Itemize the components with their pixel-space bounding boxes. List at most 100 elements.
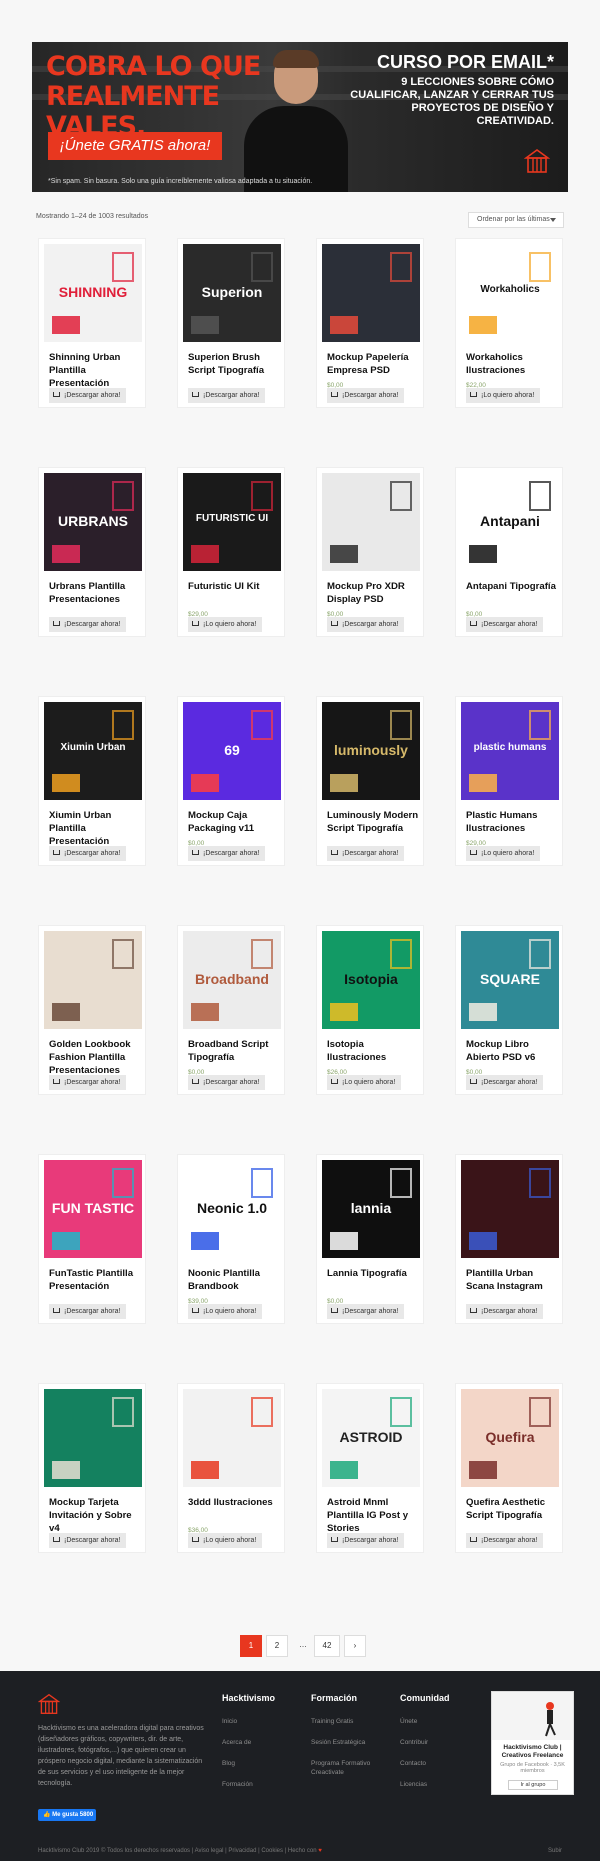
add-to-cart-button[interactable]: ¡Descargar ahora! bbox=[49, 1075, 127, 1090]
product-card[interactable]: Mockup Tarjeta Invitación y Sobre v4$0,0… bbox=[38, 1383, 146, 1553]
add-to-cart-button[interactable]: ¡Descargar ahora! bbox=[466, 617, 544, 632]
product-thumbnail[interactable]: Xiumin Urban bbox=[44, 702, 142, 800]
product-title[interactable]: FunTastic Plantilla Presentación bbox=[49, 1267, 141, 1293]
add-to-cart-button[interactable]: ¡Descargar ahora! bbox=[188, 1075, 266, 1090]
product-thumbnail[interactable]: Quefira bbox=[461, 1389, 559, 1487]
product-title[interactable]: Quefira Aesthetic Script Tipografía bbox=[466, 1496, 558, 1522]
product-title[interactable]: Golden Lookbook Fashion Plantilla Presen… bbox=[49, 1038, 141, 1077]
product-thumbnail[interactable]: URBRANS bbox=[44, 473, 142, 571]
add-to-cart-button[interactable]: ¡Lo quiero ahora! bbox=[188, 617, 263, 632]
product-thumbnail[interactable]: Workaholics bbox=[461, 244, 559, 342]
scroll-top-link[interactable]: Subir bbox=[548, 1848, 562, 1854]
product-card[interactable]: lannia Lannia Tipografía $0,00 ¡Descargar a… bbox=[316, 1154, 424, 1324]
product-thumbnail[interactable] bbox=[44, 931, 142, 1029]
footer-link[interactable]: Inicio bbox=[222, 1717, 302, 1726]
facebook-like-button[interactable]: 👍 Me gusta 5800 bbox=[38, 1809, 96, 1821]
add-to-cart-button[interactable]: ¡Descargar ahora! bbox=[188, 846, 266, 861]
add-to-cart-button[interactable]: ¡Descargar ahora! bbox=[327, 617, 405, 632]
footer-link[interactable]: Licencias bbox=[400, 1780, 480, 1789]
page-1[interactable]: 1 bbox=[240, 1635, 262, 1657]
add-to-cart-button[interactable]: ¡Lo quiero ahora! bbox=[188, 1533, 263, 1548]
product-title[interactable]: Lannia Tipografía bbox=[327, 1267, 419, 1280]
footer-link[interactable]: Sesión Estratégica bbox=[311, 1738, 391, 1747]
product-title[interactable]: Xiumin Urban Plantilla Presentación bbox=[49, 809, 141, 848]
product-card[interactable]: ASTROID Astroid Mnml Plantilla IG Post y … bbox=[316, 1383, 424, 1553]
product-title[interactable]: Urbrans Plantilla Presentaciones bbox=[49, 580, 141, 606]
product-card[interactable]: Superion Superion Brush Script Tipografía… bbox=[177, 238, 285, 408]
product-thumbnail[interactable]: ASTROID bbox=[322, 1389, 420, 1487]
product-title[interactable]: Plantilla Urban Scana Instagram bbox=[466, 1267, 558, 1293]
product-title[interactable]: Isotopia Ilustraciones bbox=[327, 1038, 419, 1064]
page-next-button[interactable]: › bbox=[344, 1635, 366, 1657]
footer-link[interactable]: Contacto bbox=[400, 1759, 480, 1768]
product-card[interactable]: SQUARE Mockup Libro Abierto PSD v6 $0,00 ¡D… bbox=[455, 925, 563, 1095]
page-last[interactable]: 42 bbox=[314, 1635, 340, 1657]
product-thumbnail[interactable]: Broadband bbox=[183, 931, 281, 1029]
footer-link[interactable]: Únete bbox=[400, 1717, 480, 1726]
add-to-cart-button[interactable]: ¡Lo quiero ahora! bbox=[466, 846, 541, 861]
product-card[interactable]: SHINNING Shinning Urban Plantilla Present… bbox=[38, 238, 146, 408]
product-card[interactable]: Mockup Pro XDR Display PSD $0,00 ¡Descarga… bbox=[316, 467, 424, 637]
add-to-cart-button[interactable]: ¡Descargar ahora! bbox=[327, 1304, 405, 1319]
add-to-cart-button[interactable]: ¡Descargar ahora! bbox=[49, 617, 127, 632]
product-title[interactable]: Workaholics Ilustraciones bbox=[466, 351, 558, 377]
product-title[interactable]: Futuristic UI Kit bbox=[188, 580, 280, 593]
promo-banner[interactable]: COBRA LO QUE REALMENTE VALES. ¡Únete GRA… bbox=[32, 42, 568, 192]
add-to-cart-button[interactable]: ¡Descargar ahora! bbox=[466, 1075, 544, 1090]
footer-link[interactable]: Training Gratis bbox=[311, 1717, 391, 1726]
add-to-cart-button[interactable]: ¡Descargar ahora! bbox=[327, 1533, 405, 1548]
product-thumbnail[interactable]: plastic humans bbox=[461, 702, 559, 800]
footer-link[interactable]: Acerca de bbox=[222, 1738, 302, 1747]
add-to-cart-button[interactable]: ¡Descargar ahora! bbox=[49, 1304, 127, 1319]
add-to-cart-button[interactable]: ¡Lo quiero ahora! bbox=[327, 1075, 402, 1090]
product-thumbnail[interactable]: lannia bbox=[322, 1160, 420, 1258]
product-thumbnail[interactable]: SQUARE bbox=[461, 931, 559, 1029]
product-card[interactable]: Broadband Broadband Script Tipografía $0,0… bbox=[177, 925, 285, 1095]
product-thumbnail[interactable] bbox=[322, 473, 420, 571]
product-title[interactable]: Broadband Script Tipografía bbox=[188, 1038, 280, 1064]
orderby-select[interactable]: Ordenar por las últimas bbox=[468, 212, 564, 228]
product-card[interactable]: Golden Lookbook Fashion Plantilla Presen… bbox=[38, 925, 146, 1095]
add-to-cart-button[interactable]: ¡Descargar ahora! bbox=[188, 388, 266, 403]
product-title[interactable]: Mockup Pro XDR Display PSD bbox=[327, 580, 419, 606]
product-thumbnail[interactable]: Superion bbox=[183, 244, 281, 342]
product-title[interactable]: Astroid Mnml Plantilla IG Post y Stories bbox=[327, 1496, 419, 1535]
product-card[interactable]: Xiumin Urban Xiumin Urban Plantilla Prese… bbox=[38, 696, 146, 866]
footer-link[interactable]: Contribuir bbox=[400, 1738, 480, 1747]
facebook-group-widget[interactable]: Hacktivismo Club | Creativos Freelance G… bbox=[491, 1691, 574, 1795]
page-2[interactable]: 2 bbox=[266, 1635, 288, 1657]
add-to-cart-button[interactable]: ¡Descargar ahora! bbox=[49, 846, 127, 861]
product-card[interactable]: 69 Mockup Caja Packaging v11 $0,00 ¡Descarg… bbox=[177, 696, 285, 866]
product-thumbnail[interactable] bbox=[322, 244, 420, 342]
product-card[interactable]: 3ddd Ilustraciones $36,00 ¡Lo quiero ahora… bbox=[177, 1383, 285, 1553]
product-thumbnail[interactable]: 69 bbox=[183, 702, 281, 800]
footer-link[interactable]: Formación bbox=[222, 1780, 302, 1789]
product-card[interactable]: plastic humans Plastic Humans Ilustracion… bbox=[455, 696, 563, 866]
product-thumbnail[interactable] bbox=[183, 1389, 281, 1487]
product-card[interactable]: URBRANSUrbrans Plantilla Presentaciones$… bbox=[38, 467, 146, 637]
product-title[interactable]: Luminously Modern Script Tipografía bbox=[327, 809, 419, 835]
product-title[interactable]: Mockup Libro Abierto PSD v6 bbox=[466, 1038, 558, 1064]
product-title[interactable]: Mockup Papelería Empresa PSD bbox=[327, 351, 419, 377]
product-thumbnail[interactable]: Isotopia bbox=[322, 931, 420, 1029]
product-card[interactable]: Neonic 1.0 Noonic Plantilla Brandbook $39,… bbox=[177, 1154, 285, 1324]
product-card[interactable]: Workaholics Workaholics Ilustraciones $22,… bbox=[455, 238, 563, 408]
product-card[interactable]: Antapani Antapani Tipografía $0,00 ¡Descarg… bbox=[455, 467, 563, 637]
product-title[interactable]: Shinning Urban Plantilla Presentación bbox=[49, 351, 141, 390]
product-title[interactable]: Plastic Humans Ilustraciones bbox=[466, 809, 558, 835]
product-thumbnail[interactable] bbox=[461, 1160, 559, 1258]
facebook-group-button[interactable]: Ir al grupo bbox=[508, 1780, 558, 1790]
add-to-cart-button[interactable]: ¡Descargar ahora! bbox=[466, 1304, 544, 1319]
add-to-cart-button[interactable]: ¡Descargar ahora! bbox=[327, 846, 405, 861]
footer-link[interactable]: Programa Formativo Creactivate bbox=[311, 1759, 391, 1777]
add-to-cart-button[interactable]: ¡Descargar ahora! bbox=[466, 1533, 544, 1548]
add-to-cart-button[interactable]: ¡Descargar ahora! bbox=[49, 388, 127, 403]
product-title[interactable]: Mockup Tarjeta Invitación y Sobre v4 bbox=[49, 1496, 141, 1535]
product-title[interactable]: Antapani Tipografía bbox=[466, 580, 558, 593]
product-title[interactable]: Noonic Plantilla Brandbook bbox=[188, 1267, 280, 1293]
product-card[interactable]: FUTURISTIC UI Futuristic UI Kit $29,00 ¡Lo … bbox=[177, 467, 285, 637]
product-thumbnail[interactable]: Antapani bbox=[461, 473, 559, 571]
product-title[interactable]: Superion Brush Script Tipografía bbox=[188, 351, 280, 377]
product-card[interactable]: Mockup Papelería Empresa PSD $0,00 ¡Descar… bbox=[316, 238, 424, 408]
product-card[interactable]: Quefira Quefira Aesthetic Script Tipograf… bbox=[455, 1383, 563, 1553]
